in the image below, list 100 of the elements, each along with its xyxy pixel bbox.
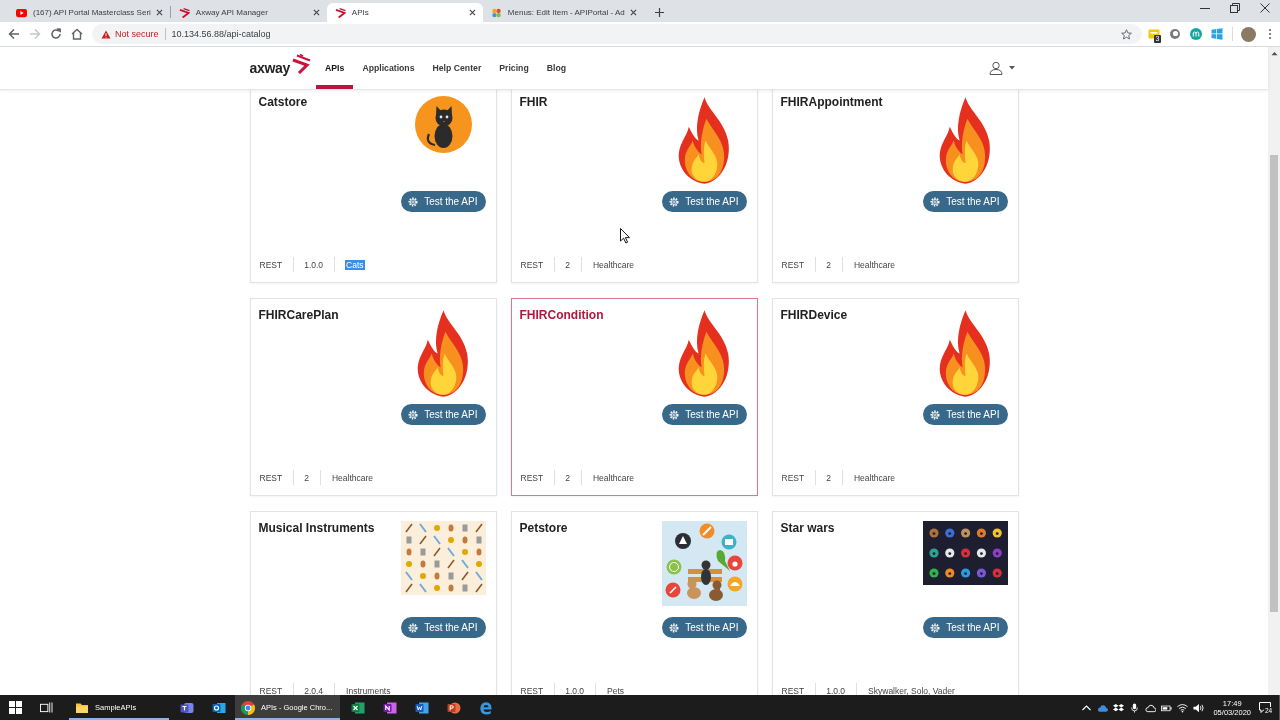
api-card[interactable]: Catstore Test the API REST 1.0.0 Cats <box>249 90 497 283</box>
api-title[interactable]: Musical Instruments <box>258 520 375 536</box>
document-icon <box>415 700 430 715</box>
tag-text[interactable]: Instruments <box>345 685 392 695</box>
logo-mark-icon[interactable] <box>291 54 312 74</box>
api-card[interactable]: Petstore Test the API REST 1.0.0 Pets <box>510 511 758 695</box>
api-type-text: REST <box>259 472 283 483</box>
version-text: 2 <box>826 259 831 270</box>
chevron-up-icon[interactable] <box>1081 702 1093 713</box>
close-icon[interactable] <box>468 9 476 16</box>
api-title[interactable]: FHIR <box>519 94 548 110</box>
scrollbar-thumb[interactable] <box>1270 155 1278 612</box>
api-card[interactable]: Star wars Test the API REST 1.0.0 Skywalker, Solo, Vader <box>771 511 1019 695</box>
home-icon[interactable] <box>71 28 83 40</box>
notification-icon[interactable] <box>1259 702 1271 713</box>
tag-text[interactable]: Skywalker, Solo, Vader <box>867 685 956 695</box>
api-title[interactable]: FHIRAppointment <box>780 94 883 110</box>
version-text: 1.0.0 <box>565 685 585 695</box>
new-tab-icon[interactable] <box>654 8 664 17</box>
tag-text[interactable]: Healthcare <box>591 472 635 483</box>
tag-text[interactable]: Healthcare <box>852 472 896 483</box>
tag-text[interactable]: Pets <box>606 685 626 695</box>
api-card[interactable]: FHIRCarePlan Test the API REST 2 Healthcare <box>249 298 497 496</box>
api-type-text: REST <box>520 685 544 695</box>
api-title[interactable]: FHIRDevice <box>780 307 848 323</box>
api-type-text: REST <box>259 685 283 695</box>
settings-icon <box>930 196 941 207</box>
tag-text[interactable]: Healthcare <box>330 472 374 483</box>
settings-icon <box>930 622 941 633</box>
api-title[interactable]: Star wars <box>780 520 835 536</box>
battery-icon[interactable] <box>1161 702 1173 713</box>
browser-tab[interactable]: Menus: Edit Item - APIPortal - Ad <box>482 3 644 22</box>
cat-drawing <box>414 96 472 153</box>
start-icon[interactable] <box>9 701 22 714</box>
close-icon[interactable] <box>629 9 637 16</box>
reload-icon[interactable] <box>50 28 62 40</box>
api-card[interactable]: FHIRCondition Test the API REST 2 Healthcare <box>510 298 758 496</box>
close-icon[interactable] <box>312 9 320 16</box>
more-menu-icon[interactable] <box>1268 28 1272 40</box>
security-warning-text[interactable]: Not secure <box>115 29 159 39</box>
test-api-button[interactable]: Test the API <box>662 191 747 212</box>
test-api-button[interactable]: Test the API <box>923 404 1008 425</box>
close-icon[interactable] <box>1260 3 1270 13</box>
api-type-text: REST <box>520 472 544 483</box>
api-title[interactable]: Catstore <box>258 94 308 110</box>
test-api-button[interactable]: Test the API <box>401 617 486 638</box>
chevron-logo-icon <box>178 7 190 18</box>
wifi-icon[interactable] <box>1177 702 1189 713</box>
close-icon[interactable] <box>155 9 163 16</box>
settings-icon <box>669 409 680 420</box>
browser-icon <box>479 700 494 715</box>
task-view-icon[interactable] <box>40 702 53 713</box>
settings-icon <box>408 622 419 633</box>
version-text: 2 <box>565 259 570 270</box>
settings-icon <box>408 196 419 207</box>
test-api-button[interactable]: Test the API <box>401 191 486 212</box>
microphone-icon[interactable] <box>1129 702 1141 713</box>
scroll-up-icon[interactable] <box>1270 51 1278 56</box>
four-dots-logo-icon <box>490 7 502 18</box>
extension-icon[interactable] <box>1148 28 1160 40</box>
cloud-icon[interactable] <box>1145 702 1157 713</box>
tag-text[interactable]: Healthcare <box>591 259 635 270</box>
settings-icon <box>669 622 680 633</box>
browser-tab[interactable]: (167) API Portal Masterclass Seri <box>8 3 170 22</box>
version-text: 2 <box>826 472 831 483</box>
play-logo-icon <box>16 7 27 18</box>
tag-text[interactable]: Healthcare <box>852 259 896 270</box>
restore-icon[interactable] <box>1230 3 1240 13</box>
api-title[interactable]: Petstore <box>519 520 568 536</box>
speaker-icon[interactable] <box>1193 702 1205 713</box>
version-text: 2.0.4 <box>304 685 324 695</box>
api-card[interactable]: Musical Instruments Test the API REST 2.0.4 Instruments <box>249 511 497 695</box>
test-api-button[interactable]: Test the API <box>662 617 747 638</box>
address-field[interactable]: Not secure 10.134.56.88/api-catalog <box>92 24 1142 44</box>
back-icon[interactable] <box>8 28 20 40</box>
user-icon[interactable] <box>988 61 1003 75</box>
chat-app-icon <box>180 700 194 715</box>
chevron-logo-icon <box>334 7 346 18</box>
api-title[interactable]: FHIRCondition <box>519 307 604 323</box>
api-title[interactable]: FHIRCarePlan <box>258 307 339 323</box>
bookmark-star-icon[interactable] <box>1121 28 1132 40</box>
test-api-button[interactable]: Test the API <box>923 617 1008 638</box>
api-card[interactable]: FHIRDevice Test the API REST 2 Healthcare <box>771 298 1019 496</box>
api-card[interactable]: FHIRAppointment Test the API REST 2 Healthcare <box>771 90 1019 283</box>
mouse-pointer-icon <box>620 228 630 244</box>
api-type-text: REST <box>781 259 805 270</box>
version-text: 1.0.0 <box>826 685 846 695</box>
diamonds-icon[interactable] <box>1113 702 1125 713</box>
test-api-button[interactable]: Test the API <box>401 404 486 425</box>
cloud-icon[interactable] <box>1097 702 1109 713</box>
notebook-icon <box>383 700 398 715</box>
profile-avatar[interactable] <box>1241 26 1256 42</box>
version-text: 1.0.0 <box>304 259 324 270</box>
brand-name[interactable]: axway <box>249 60 291 76</box>
test-api-button[interactable]: Test the API <box>923 191 1008 212</box>
api-card[interactable]: FHIR Test the API REST 2 Healthcare <box>510 90 758 283</box>
browser-tab[interactable]: APIs <box>326 3 483 22</box>
browser-tab[interactable]: Axway API Manager <box>170 3 327 22</box>
caret-icon[interactable] <box>1008 66 1015 70</box>
test-api-button[interactable]: Test the API <box>662 404 747 425</box>
